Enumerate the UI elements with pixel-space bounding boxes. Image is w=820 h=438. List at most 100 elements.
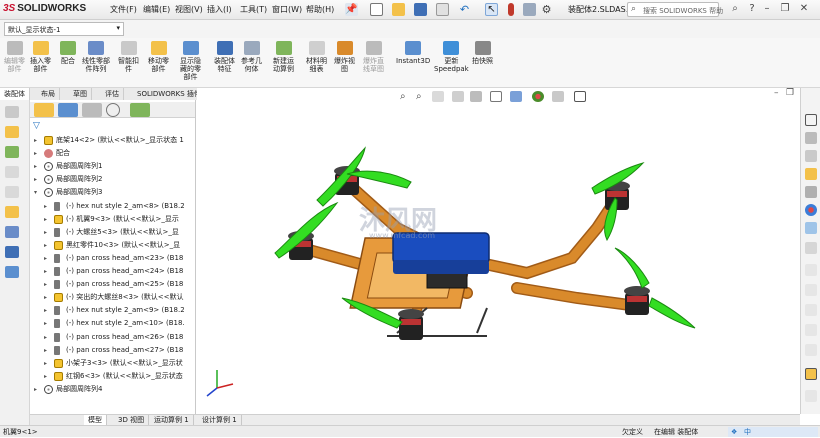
expand-arrow-icon[interactable]: ▸	[44, 344, 47, 357]
ribbon-button[interactable]: 爆炸直 线草图	[363, 41, 384, 73]
ime-language[interactable]: 中	[744, 426, 751, 438]
tree-item[interactable]: ▸ 底架14<2> (默认<<默认>_显示状态 1	[30, 134, 195, 147]
file-properties-icon[interactable]	[523, 3, 536, 16]
expand-arrow-icon[interactable]: ▸	[34, 173, 37, 186]
graphics-viewport[interactable]: 沐风网 www.mfcad.com	[197, 88, 800, 414]
ribbon-button[interactable]: 新建运 动算例	[273, 41, 294, 73]
tree-item[interactable]: ▸ (-) pan cross head_am<26> (B18	[30, 331, 195, 344]
menu-item[interactable]: 窗口(W)	[272, 4, 302, 15]
menu-item[interactable]: 工具(T)	[240, 4, 267, 15]
file-explorer-icon[interactable]	[805, 168, 817, 180]
previous-view-icon[interactable]	[432, 91, 444, 102]
help-icon[interactable]: ?	[745, 2, 759, 16]
toolbox-icon-1[interactable]	[805, 264, 817, 276]
move-component-icon[interactable]	[5, 206, 19, 218]
display-manager-tab-icon[interactable]	[130, 103, 150, 117]
expand-arrow-icon[interactable]: ▸	[34, 134, 37, 147]
insert-component-icon[interactable]	[5, 126, 19, 138]
tree-item[interactable]: ▸ (-) pan cross head_am<23> (B18	[30, 252, 195, 265]
ribbon-button[interactable]: 更新 Speedpak	[434, 41, 469, 73]
appearance-icon[interactable]	[532, 91, 544, 102]
toolbox-icon-3[interactable]	[805, 304, 817, 316]
ime-toolbar[interactable]: ❖ 中	[728, 427, 818, 437]
tree-item[interactable]: ▸ 红钢6<3> (默认<<默认>_显示状态	[30, 370, 195, 383]
dynamic-annotation-icon[interactable]	[470, 91, 482, 102]
design-library-icon[interactable]	[805, 150, 817, 162]
toolbox-icon-2[interactable]	[805, 284, 817, 296]
collapse-arrow-icon[interactable]: ▾	[34, 186, 37, 199]
home-icon[interactable]	[805, 114, 817, 126]
expand-arrow-icon[interactable]: ▸	[44, 304, 47, 317]
save-icon[interactable]	[414, 3, 427, 16]
ribbon-button[interactable]: 插入零 部件	[30, 41, 51, 73]
property-manager-tab-icon[interactable]	[58, 103, 78, 117]
ribbon-button[interactable]: 参考几 何体	[241, 41, 262, 73]
ribbon-button[interactable]: 拍快照	[472, 41, 493, 65]
new-document-icon[interactable]	[370, 3, 383, 16]
ribbon-button[interactable]: 智能扣 件	[118, 41, 139, 73]
command-tab[interactable]: 草图	[69, 88, 92, 100]
menu-item[interactable]: 插入(I)	[207, 4, 232, 15]
expand-arrow-icon[interactable]: ▸	[44, 357, 47, 370]
toolbox-icon-4[interactable]	[805, 324, 817, 336]
search-go-icon[interactable]: ⌕	[728, 2, 742, 16]
assembly-feature-icon[interactable]	[5, 246, 19, 258]
drone-model-svg[interactable]	[197, 88, 800, 414]
command-tab[interactable]: SOLIDWORKS 插件	[133, 88, 206, 100]
ribbon-button[interactable]: 材料明 细表	[306, 41, 327, 73]
undo-icon[interactable]: ↶	[458, 3, 471, 16]
expand-arrow-icon[interactable]: ▸	[44, 200, 47, 213]
command-tab[interactable]: 布局	[37, 88, 60, 100]
expand-arrow-icon[interactable]: ▸	[44, 291, 47, 304]
view-palette-icon[interactable]	[805, 186, 817, 198]
select-pointer-icon[interactable]: ↖	[485, 3, 498, 16]
ribbon-button[interactable]: 显示隐 藏的零 部件	[180, 41, 201, 81]
ribbon-button[interactable]: 移动零 部件	[148, 41, 169, 73]
zoom-to-fit-icon[interactable]: ⌕	[400, 91, 412, 102]
menu-item[interactable]: 视图(V)	[175, 4, 203, 15]
gear-icon[interactable]: ⚙	[540, 3, 553, 16]
ribbon-button[interactable]: Instant3D	[396, 41, 430, 65]
component-pattern-icon[interactable]	[5, 166, 19, 178]
tree-item[interactable]: ▾ 局部圆周阵列3	[30, 186, 195, 199]
view-settings-icon[interactable]	[574, 91, 586, 102]
tree-item[interactable]: ▸ 局部圆周阵列2	[30, 173, 195, 186]
ribbon-button[interactable]: 配合	[60, 41, 76, 65]
ribbon-button[interactable]: 装配体 特征	[214, 41, 235, 73]
restore-button[interactable]: ❐	[778, 2, 792, 16]
appearances-icon[interactable]	[805, 204, 817, 216]
measure-icon[interactable]	[805, 368, 817, 380]
display-style-icon[interactable]	[510, 91, 522, 102]
tree-item[interactable]: ▸ 小架子3<3> (默认<<默认>_显示状	[30, 357, 195, 370]
ribbon-button[interactable]: 线性零部 件阵列	[82, 41, 110, 73]
expand-arrow-icon[interactable]: ▸	[44, 213, 47, 226]
filter-icon[interactable]: ▽	[33, 121, 40, 131]
tree-item[interactable]: ▸ (-) hex nut style 2_am<10> (B18.	[30, 317, 195, 330]
menu-item[interactable]: 帮助(H)	[306, 4, 334, 15]
assembly-icon[interactable]	[5, 146, 19, 158]
tree-item[interactable]: ▸ (-) 突出的大螺丝8<3> (默认<<默认	[30, 291, 195, 304]
expand-arrow-icon[interactable]: ▸	[44, 239, 47, 252]
close-button[interactable]: ✕	[797, 2, 811, 16]
tree-item[interactable]: ▸ (-) hex nut style 2_am<9> (B18.2	[30, 304, 195, 317]
reference-geometry-icon[interactable]	[5, 266, 19, 278]
ribbon-button[interactable]: 编辑零 部件	[4, 41, 25, 73]
expand-arrow-icon[interactable]: ▸	[44, 370, 47, 383]
viewport-minimize-icon[interactable]: –	[774, 88, 779, 98]
print-icon[interactable]	[436, 3, 449, 16]
expand-arrow-icon[interactable]: ▸	[34, 147, 37, 160]
zoom-area-icon[interactable]: ⌕	[416, 91, 428, 102]
tree-item[interactable]: ▸ (-) hex nut style 2_am<8> (B18.2	[30, 200, 195, 213]
feature-manager-tab-icon[interactable]	[34, 103, 54, 117]
forum-icon[interactable]	[805, 242, 817, 254]
expand-arrow-icon[interactable]: ▸	[44, 278, 47, 291]
tree-item[interactable]: ▸ 配合	[30, 147, 195, 160]
minimize-button[interactable]: –	[760, 2, 774, 16]
custom-properties-icon[interactable]	[805, 222, 817, 234]
tree-item[interactable]: ▸ (-) pan cross head_am<24> (B18	[30, 265, 195, 278]
expand-arrow-icon[interactable]: ▸	[44, 317, 47, 330]
expand-arrow-icon[interactable]: ▸	[34, 383, 37, 396]
configuration-manager-tab-icon[interactable]	[82, 103, 102, 117]
command-tab[interactable]: 装配体	[0, 88, 30, 100]
traffic-light-icon[interactable]	[508, 3, 514, 16]
